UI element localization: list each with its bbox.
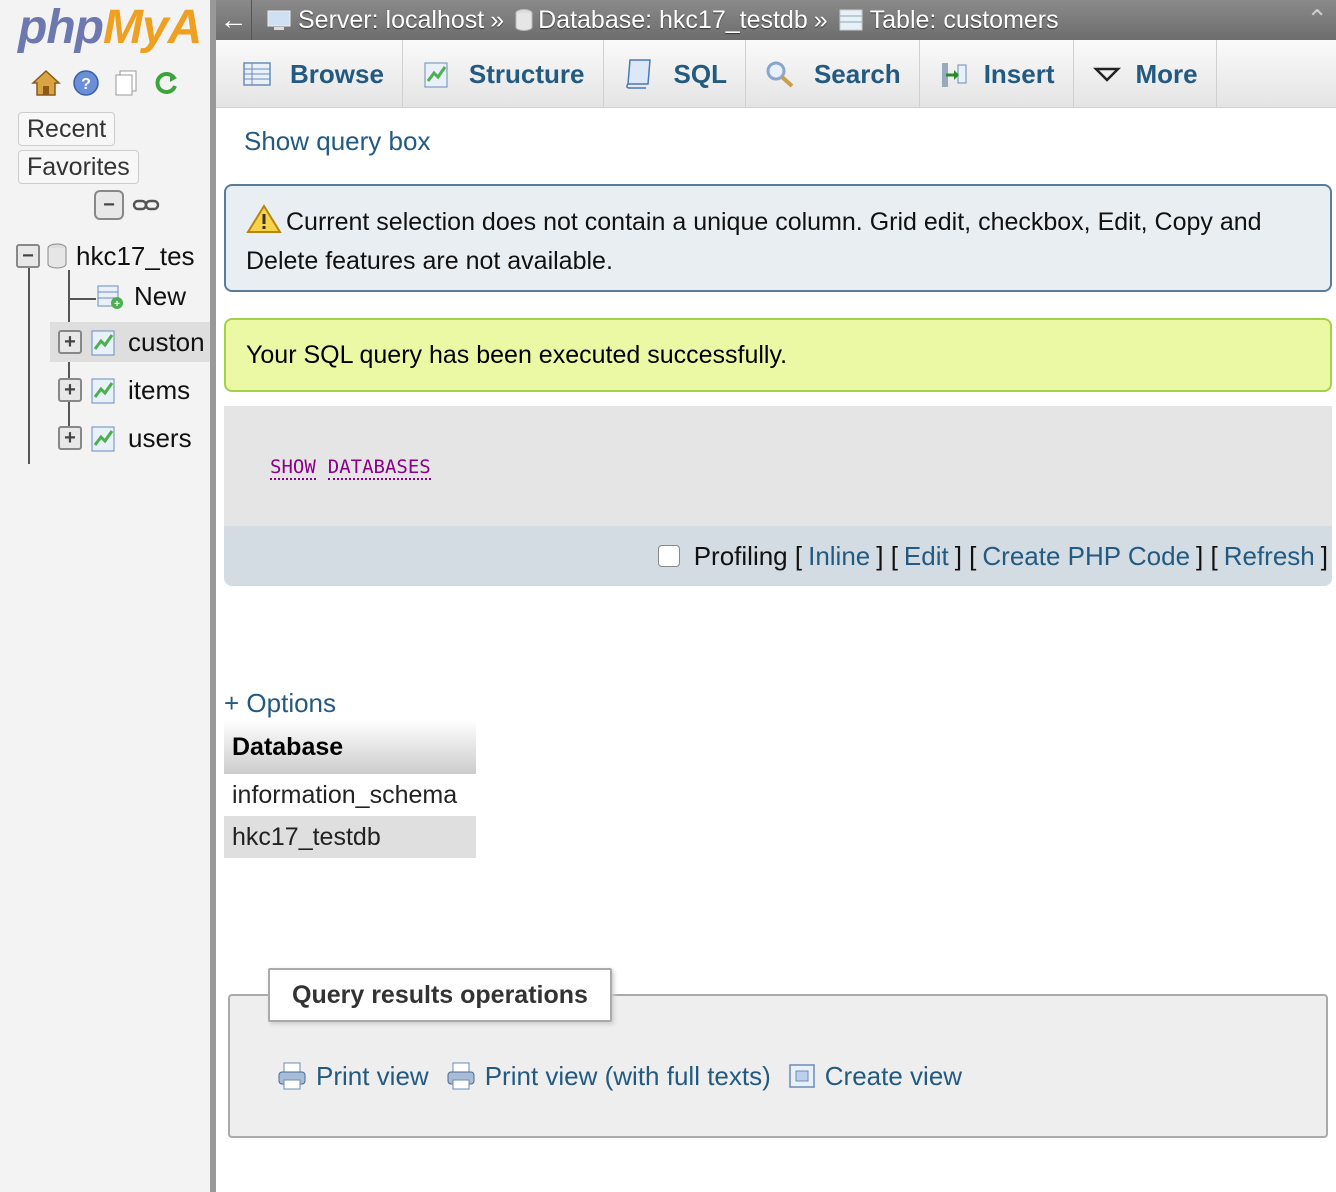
- caret-down-icon: [1092, 67, 1121, 82]
- result-table: Database information_schema hkc17_testdb: [224, 720, 476, 858]
- breadcrumb-server[interactable]: Server: localhost »: [252, 6, 510, 35]
- table-icon: [91, 330, 115, 356]
- tab-more[interactable]: More: [1074, 40, 1217, 108]
- tree-controls: −: [94, 190, 160, 220]
- tree-db-label[interactable]: hkc17_tes: [76, 241, 195, 272]
- edit-link[interactable]: Edit: [904, 541, 949, 572]
- tab-search[interactable]: Search: [746, 40, 920, 108]
- help-icon[interactable]: ?: [70, 66, 102, 100]
- tab-browse[interactable]: Browse: [224, 40, 403, 108]
- tab-structure[interactable]: Structure: [403, 40, 604, 108]
- documentation-icon[interactable]: [110, 66, 142, 100]
- options-link[interactable]: + Options: [224, 688, 336, 719]
- navigation-panel: phpMyA ? Recent Favorites − − hkc17_tes …: [0, 0, 212, 1192]
- database-icon: [515, 9, 533, 31]
- browse-icon: [243, 62, 271, 86]
- collapse-icon[interactable]: −: [16, 244, 40, 268]
- search-icon: [766, 61, 794, 88]
- tree-db-hkc17[interactable]: − hkc17_tes: [16, 236, 195, 276]
- tab-sql[interactable]: SQL: [604, 40, 746, 108]
- sql-code: SHOW DATABASES: [270, 456, 431, 480]
- table-properties-icon: [839, 9, 863, 31]
- table-cell: hkc17_testdb: [224, 816, 476, 858]
- tree-item-new[interactable]: + New: [96, 276, 186, 316]
- operations-links: Print view Print view (with full texts) …: [276, 1060, 978, 1092]
- create-view-icon: [789, 1064, 815, 1088]
- tree-table-items[interactable]: + items: [50, 370, 190, 410]
- table-icon: [91, 426, 115, 452]
- recent-button[interactable]: Recent: [18, 112, 116, 146]
- tree-line: [28, 256, 30, 464]
- printer-icon: [447, 1062, 475, 1090]
- table-icon: [91, 378, 115, 404]
- phpmyadmin-logo[interactable]: phpMyA: [18, 0, 202, 55]
- sql-query-display: SHOW DATABASES: [224, 406, 1332, 526]
- table-row: information_schema: [224, 774, 476, 816]
- table-row: hkc17_testdb: [224, 816, 476, 858]
- warning-icon: [246, 204, 282, 244]
- tab-insert[interactable]: Insert: [920, 40, 1074, 108]
- quick-links: ?: [30, 66, 182, 100]
- collapse-top-icon[interactable]: ⌃: [1306, 4, 1328, 35]
- home-icon[interactable]: [30, 66, 62, 100]
- sql-keyword[interactable]: DATABASES: [327, 456, 431, 480]
- expand-icon[interactable]: +: [58, 426, 82, 450]
- sql-keyword[interactable]: SHOW: [270, 456, 316, 480]
- inline-edit-link[interactable]: Inline: [808, 541, 870, 572]
- print-view-link[interactable]: Print view: [276, 1060, 429, 1092]
- reload-icon[interactable]: [150, 66, 182, 100]
- profiling-label: Profiling: [693, 540, 788, 571]
- new-table-icon: +: [97, 285, 123, 310]
- operations-legend: Query results operations: [268, 968, 612, 1022]
- breadcrumb-table[interactable]: Table: customers: [834, 6, 1059, 35]
- tree-table-customers[interactable]: + custon: [50, 322, 212, 362]
- notice-message: Current selection does not contain a uni…: [224, 184, 1332, 292]
- expand-icon[interactable]: +: [58, 378, 82, 402]
- breadcrumb-database[interactable]: Database: hkc17_testdb »: [510, 6, 834, 35]
- create-view-link[interactable]: Create view: [787, 1061, 962, 1092]
- sql-tools-bar: Profiling [Inline] [Edit] [Create PHP Co…: [224, 526, 1332, 586]
- insert-icon: [941, 63, 967, 87]
- breadcrumb: ← Server: localhost » Database: hkc17_te…: [216, 0, 1336, 40]
- sql-icon: [625, 59, 651, 89]
- svg-text:?: ?: [81, 76, 91, 93]
- show-query-box-link[interactable]: Show query box: [244, 126, 430, 157]
- column-header-database[interactable]: Database: [224, 720, 476, 774]
- success-message: Your SQL query has been executed success…: [224, 318, 1332, 392]
- refresh-link[interactable]: Refresh: [1224, 541, 1315, 572]
- structure-icon: [424, 62, 448, 88]
- print-view-full-link[interactable]: Print view (with full texts): [445, 1060, 771, 1092]
- database-icon: [47, 243, 67, 269]
- notice-text: Current selection does not contain a uni…: [246, 208, 1262, 275]
- collapse-all-icon[interactable]: −: [94, 190, 124, 220]
- back-arrow-icon[interactable]: ←: [216, 0, 252, 40]
- svg-text:+: +: [114, 299, 120, 310]
- tree-table-users[interactable]: + users: [50, 418, 192, 458]
- link-icon[interactable]: [132, 197, 160, 213]
- panel-resizer[interactable]: [210, 0, 216, 1192]
- favorites-button[interactable]: Favorites: [18, 150, 139, 184]
- tree-line: [68, 298, 96, 300]
- create-php-code-link[interactable]: Create PHP Code: [982, 541, 1190, 572]
- tab-menu: Browse Structure SQL Search Insert More: [216, 40, 1336, 108]
- table-cell: information_schema: [224, 774, 476, 816]
- expand-icon[interactable]: +: [58, 330, 82, 354]
- printer-icon: [278, 1062, 306, 1090]
- server-icon: [267, 10, 291, 30]
- profiling-checkbox[interactable]: [657, 545, 680, 567]
